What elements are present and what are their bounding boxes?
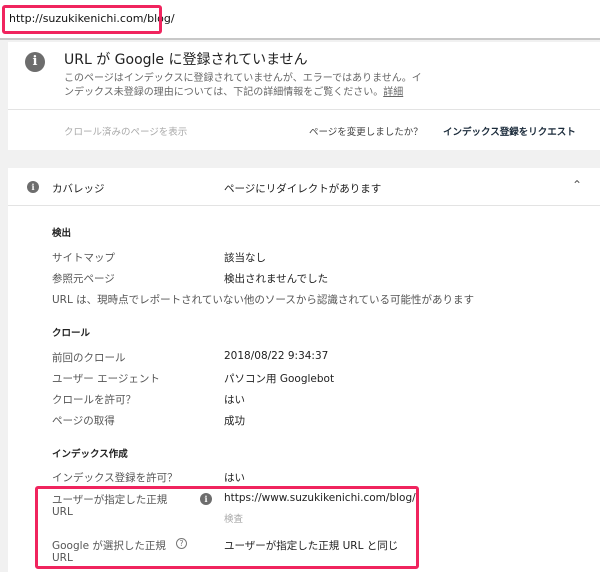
row-label: サイトマップ — [52, 252, 115, 264]
row-value: 成功 — [224, 415, 245, 427]
chevron-up-icon[interactable]: ⌃ — [572, 178, 582, 192]
coverage-label: カバレッジ — [52, 183, 105, 195]
coverage-value: ページにリダイレクトがあります — [224, 183, 382, 195]
section-heading: クロール — [52, 328, 91, 339]
row-value: パソコン用 Googlebot — [224, 373, 335, 385]
request-indexing-button[interactable]: インデックス登録をリクエスト — [443, 124, 576, 138]
row-label: ページの取得 — [52, 415, 115, 427]
desc-text: ンデックス未登録の理由については、下記の詳細情報をご覧ください。 — [64, 87, 384, 98]
info-icon: i — [27, 181, 39, 193]
changed-question: ページを変更しましたか？ — [309, 127, 423, 138]
highlight-box — [2, 5, 162, 34]
status-card: i URL が Google に登録されていません このページはインデックスに登… — [8, 42, 600, 150]
view-crawled-button[interactable]: クロール済みのページを表示 — [64, 124, 187, 138]
section-heading: インデックス作成 — [52, 449, 128, 460]
divider — [8, 109, 600, 110]
details-link[interactable]: 詳細 — [383, 87, 403, 98]
discovery-note: URL は、現時点でレポートされていない他のソースから認識されている可能性があり… — [52, 294, 475, 306]
row-label: 前回のクロール — [52, 352, 126, 364]
status-desc-2: ンデックス未登録の理由については、下記の詳細情報をご覧ください。詳細 — [64, 83, 403, 98]
row-value: はい — [224, 472, 245, 484]
row-label: 参照元ページ — [52, 273, 115, 285]
highlight-box — [35, 486, 419, 569]
row-label: クロールを許可？ — [52, 394, 136, 406]
row-label: インデックス登録を許可？ — [52, 472, 178, 484]
row-value: 該当なし — [224, 252, 266, 264]
row-label: ユーザー エージェント — [52, 373, 160, 385]
row-value: 検出されませんでした — [224, 273, 329, 285]
row-value: 2018/08/22 9:34:37 — [224, 350, 329, 362]
row-value: はい — [224, 394, 245, 406]
status-desc: このページはインデックスに登録されていませんが、エラーではありません。イ — [64, 73, 422, 84]
status-title: URL が Google に登録されていません — [64, 52, 308, 68]
info-icon: i — [25, 52, 45, 72]
section-heading: 検出 — [52, 228, 72, 239]
